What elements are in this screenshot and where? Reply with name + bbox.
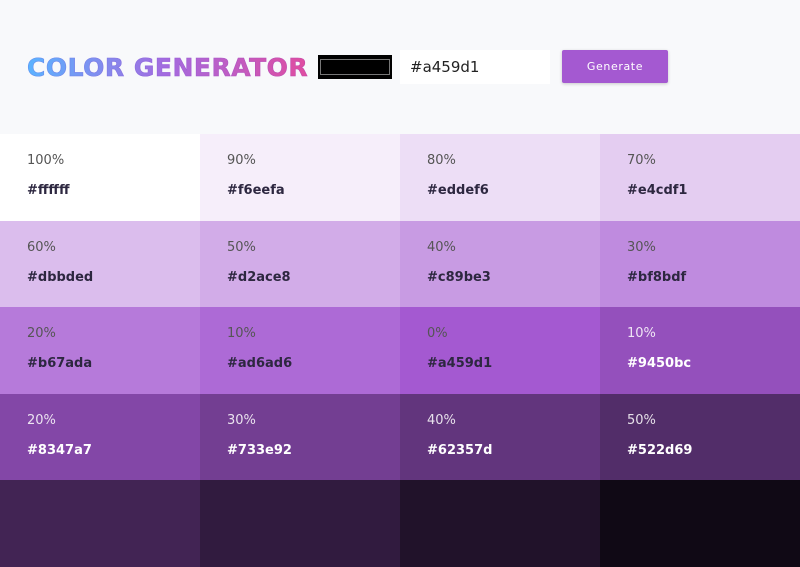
color-swatch[interactable]: 30% #bf8bdf xyxy=(600,220,800,307)
swatch-percent: 50% xyxy=(227,239,256,255)
color-swatch[interactable]: 40% #c89be3 xyxy=(400,220,600,307)
swatch-hex: #522d69 xyxy=(627,442,693,458)
swatch-hex: #b67ada xyxy=(27,356,93,371)
color-picker[interactable] xyxy=(318,55,392,79)
swatch-percent: 60% xyxy=(27,239,56,255)
color-swatch[interactable]: 40% #62357d xyxy=(400,393,600,480)
swatch-percent: 100% xyxy=(27,153,65,168)
swatch-hex: #c89be3 xyxy=(427,269,491,285)
color-swatch[interactable]: 70% #e4cdf1 xyxy=(600,134,800,221)
swatch-hex: #e4cdf1 xyxy=(627,183,688,198)
hex-color-input[interactable] xyxy=(400,50,550,84)
color-swatch[interactable]: 20% #8347a7 xyxy=(0,393,200,480)
swatch-hex: #62357d xyxy=(427,442,493,458)
swatch-hex: #eddef6 xyxy=(427,183,489,198)
color-swatch[interactable]: 50% #522d69 xyxy=(600,393,800,480)
color-swatch[interactable]: 20% #b67ada xyxy=(0,307,200,394)
swatch-percent: 10% xyxy=(227,326,256,341)
swatch-percent: 70% xyxy=(627,153,656,168)
swatch-percent: 0% xyxy=(427,326,448,341)
swatch-percent: 80% xyxy=(427,153,456,168)
color-swatch[interactable]: 10% #ad6ad6 xyxy=(200,307,400,394)
swatch-hex: #dbbded xyxy=(27,269,94,285)
swatch-hex: #733e92 xyxy=(227,442,292,458)
color-swatch[interactable]: 10% #9450bc xyxy=(600,307,800,394)
swatch-hex: #a459d1 xyxy=(427,356,493,371)
app-title: COLOR GENERATOR xyxy=(27,53,309,82)
color-swatch-grid: 100% #ffffff 90% #f6eefa 80% #eddef6 70% #e4cdf… xyxy=(0,134,800,567)
swatch-percent: 90% xyxy=(227,153,256,168)
swatch-hex: #8347a7 xyxy=(27,442,92,458)
generate-button[interactable]: Generate xyxy=(562,50,668,83)
color-swatch[interactable]: 50% #d2ace8 xyxy=(200,220,400,307)
swatch-percent: 20% xyxy=(27,412,56,428)
swatch-hex: #ad6ad6 xyxy=(227,356,293,371)
color-swatch[interactable] xyxy=(0,480,200,567)
swatch-percent: 30% xyxy=(227,412,256,428)
swatch-percent: 40% xyxy=(427,412,456,428)
color-swatch[interactable] xyxy=(400,480,600,567)
swatch-percent: 50% xyxy=(627,412,656,428)
swatch-hex: #9450bc xyxy=(627,356,692,371)
color-swatch[interactable]: 90% #f6eefa xyxy=(200,134,400,221)
swatch-hex: #ffffff xyxy=(27,183,70,198)
color-swatch[interactable] xyxy=(600,480,800,567)
color-swatch[interactable]: 0% #a459d1 xyxy=(400,307,600,394)
swatch-hex: #f6eefa xyxy=(227,183,285,198)
swatch-hex: #d2ace8 xyxy=(227,269,291,285)
swatch-percent: 10% xyxy=(627,326,656,341)
swatch-percent: 20% xyxy=(27,326,56,341)
color-swatch[interactable] xyxy=(200,480,400,567)
swatch-hex: #bf8bdf xyxy=(627,269,687,285)
color-swatch[interactable]: 80% #eddef6 xyxy=(400,134,600,221)
color-swatch[interactable]: 100% #ffffff xyxy=(0,134,200,221)
color-swatch[interactable]: 30% #733e92 xyxy=(200,393,400,480)
swatch-percent: 40% xyxy=(427,239,456,255)
swatch-percent: 30% xyxy=(627,239,656,255)
color-swatch[interactable]: 60% #dbbded xyxy=(0,220,200,307)
app-header: COLOR GENERATOR Generate xyxy=(0,0,800,134)
